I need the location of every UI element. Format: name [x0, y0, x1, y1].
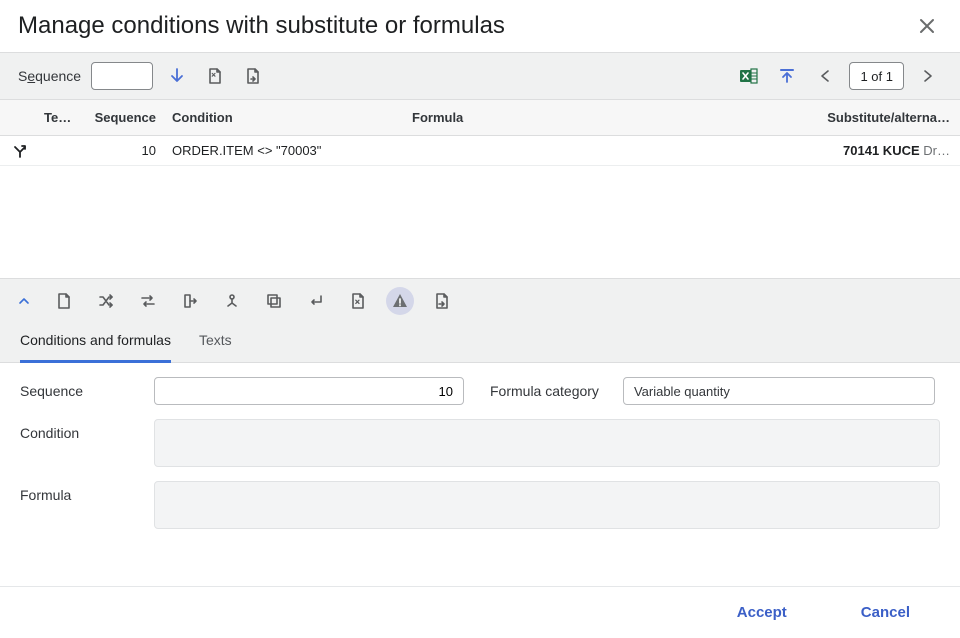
next-page-button[interactable]	[914, 62, 942, 90]
tab-texts[interactable]: Texts	[199, 322, 232, 362]
sequence-label: Sequence	[18, 68, 81, 84]
condition-field-label: Condition	[20, 419, 154, 441]
sequence-field[interactable]	[154, 377, 464, 405]
tab-conditions-and-formulas[interactable]: Conditions and formulas	[20, 322, 171, 363]
chevron-left-icon	[818, 69, 832, 83]
doc-forward-icon	[244, 67, 262, 85]
col-condition-header[interactable]: Condition	[166, 110, 406, 125]
node-icon	[223, 292, 241, 310]
formula-category-label: Formula category	[490, 383, 599, 399]
shuffle-button[interactable]	[92, 287, 120, 315]
dialog-title: Manage conditions with substitute or for…	[18, 12, 505, 40]
col-sequence-header[interactable]: Sequence	[78, 110, 166, 125]
doc-delete-icon	[349, 292, 367, 310]
arrow-down-icon	[168, 67, 186, 85]
doc-next-icon	[433, 292, 451, 310]
top-toolbar: Sequence 1 of 1	[0, 52, 960, 100]
link-out-icon	[181, 292, 199, 310]
scroll-top-button[interactable]	[773, 62, 801, 90]
doc-delete-button[interactable]	[344, 287, 372, 315]
undo-button[interactable]	[302, 287, 330, 315]
warning-button[interactable]	[386, 287, 414, 315]
prev-page-button[interactable]	[811, 62, 839, 90]
scroll-top-icon	[778, 67, 796, 85]
go-down-button[interactable]	[163, 62, 191, 90]
table-header: Text … Sequence Condition Formula Substi…	[0, 100, 960, 136]
detail-toolbar	[0, 278, 960, 322]
branch-icon	[11, 142, 29, 160]
doc-forward-button[interactable]	[239, 62, 267, 90]
col-substitute-header[interactable]: Substitute/alterna…	[804, 110, 950, 125]
chevron-right-icon	[921, 69, 935, 83]
return-icon	[307, 292, 325, 310]
cell-sequence: 10	[78, 143, 166, 158]
warning-icon	[391, 292, 409, 310]
tab-bar: Conditions and formulas Texts	[0, 322, 960, 363]
swap-horiz-icon	[139, 292, 157, 310]
row-type-icon-cell	[0, 142, 40, 160]
formula-category-field[interactable]	[623, 377, 935, 405]
duplicate-button[interactable]	[260, 287, 288, 315]
excel-icon	[739, 66, 759, 86]
cancel-button[interactable]: Cancel	[861, 604, 910, 621]
close-button[interactable]	[914, 13, 940, 39]
table-row[interactable]: 10 ORDER.ITEM <> "70003" 70141 KUCE Dr…	[0, 136, 960, 166]
accept-button[interactable]: Accept	[737, 604, 787, 621]
cell-condition: ORDER.ITEM <> "70003"	[166, 143, 406, 158]
doc-next-button[interactable]	[428, 287, 456, 315]
link-out-button[interactable]	[176, 287, 204, 315]
col-formula-header[interactable]: Formula	[406, 110, 804, 125]
cell-substitute: 70141 KUCE Dr…	[804, 143, 950, 158]
document-icon	[55, 292, 73, 310]
new-button[interactable]	[50, 287, 78, 315]
formula-field[interactable]	[154, 481, 940, 529]
conditions-table: Text … Sequence Condition Formula Substi…	[0, 100, 960, 278]
doc-remove-button[interactable]	[201, 62, 229, 90]
chevron-up-icon	[17, 294, 31, 308]
detail-form: Sequence Formula category Condition Form…	[0, 363, 960, 567]
close-icon	[919, 18, 935, 34]
collapse-detail-button[interactable]	[12, 289, 36, 313]
doc-remove-icon	[206, 67, 224, 85]
node-button[interactable]	[218, 287, 246, 315]
swap-horiz-button[interactable]	[134, 287, 162, 315]
col-text-header[interactable]: Text …	[40, 110, 78, 125]
export-excel-button[interactable]	[735, 62, 763, 90]
page-indicator[interactable]: 1 of 1	[849, 62, 904, 90]
dialog-footer: Accept Cancel	[0, 586, 960, 638]
formula-field-label: Formula	[20, 481, 154, 503]
sequence-field-label: Sequence	[20, 377, 154, 399]
sequence-filter-input[interactable]	[91, 62, 153, 90]
condition-field[interactable]	[154, 419, 940, 467]
shuffle-icon	[97, 292, 115, 310]
duplicate-icon	[265, 292, 283, 310]
